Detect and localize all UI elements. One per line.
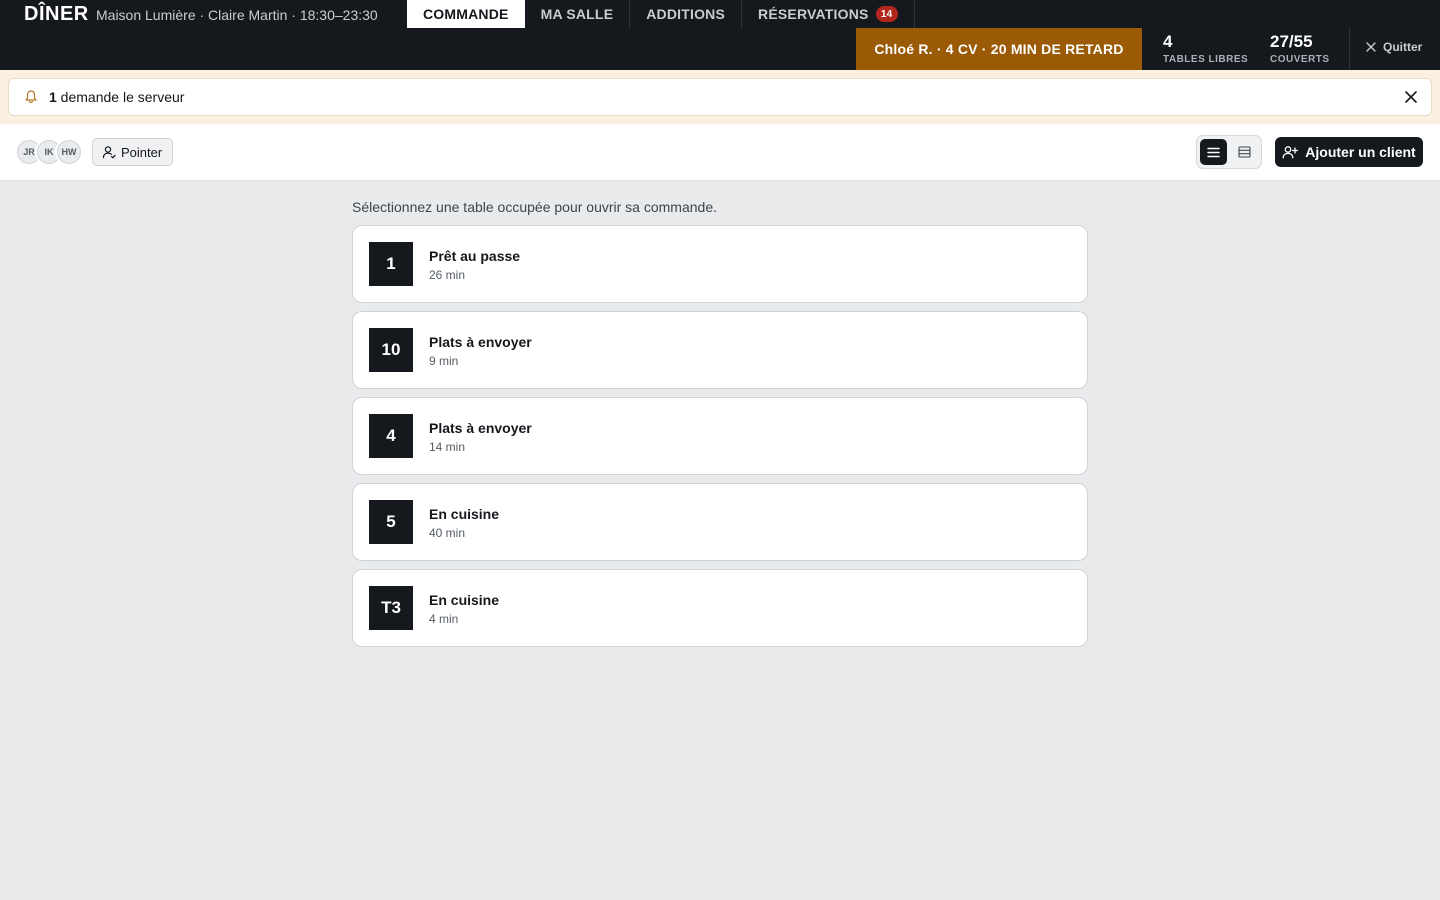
table-number: 10 — [369, 328, 413, 372]
close-icon — [1366, 42, 1376, 52]
bell-icon — [25, 90, 37, 103]
table-number: T3 — [369, 586, 413, 630]
pointer-label: Pointer — [121, 144, 163, 160]
compact-view-button[interactable] — [1231, 139, 1258, 165]
free-tables-value: 4 — [1163, 32, 1173, 51]
quit-button[interactable]: Quitter — [1366, 40, 1422, 54]
order-elapsed-time: 4 min — [429, 612, 459, 626]
tab-label: RÉSERVATIONS — [758, 6, 869, 22]
notification-band: 1 demande le serveur — [0, 70, 1440, 124]
order-elapsed-time: 14 min — [429, 440, 466, 454]
free-tables-stat: 4 TABLES LIBRES — [1163, 32, 1248, 65]
table-number: 4 — [369, 414, 413, 458]
order-elapsed-time: 9 min — [429, 354, 459, 368]
free-tables-label: TABLES LIBRES — [1163, 54, 1249, 65]
order-status: En cuisine — [429, 506, 500, 522]
order-card[interactable]: 10 Plats à envoyer 9 min — [352, 311, 1088, 389]
tab-label: ADDITIONS — [646, 6, 726, 22]
user-icon — [102, 146, 116, 159]
brand-logo: DÎNER — [24, 3, 89, 25]
service-info: Maison Lumière · Claire Martin · 18:30–2… — [96, 7, 378, 23]
order-status: Plats à envoyer — [429, 420, 532, 436]
table-number: 5 — [369, 500, 413, 544]
notice-message: demande le serveur — [56, 89, 185, 105]
top-bar: DÎNER Maison Lumière · Claire Martin · 1… — [0, 0, 1440, 70]
order-status: Prêt au passe — [429, 248, 521, 264]
server-request-notice[interactable]: 1 demande le serveur — [8, 78, 1432, 116]
avatar[interactable]: HW — [57, 140, 81, 164]
covers-stat: 27/55 COUVERTS — [1270, 32, 1330, 65]
order-list: 1 Prêt au passe 26 min 10 Plats à envoye… — [352, 225, 1088, 655]
view-toggle — [1196, 135, 1262, 169]
order-elapsed-time: 26 min — [429, 268, 466, 282]
order-card[interactable]: 5 En cuisine 40 min — [352, 483, 1088, 561]
list-view-button[interactable] — [1200, 139, 1227, 165]
tab-additions[interactable]: ADDITIONS — [630, 0, 743, 28]
tab-ma-salle[interactable]: MA SALLE — [525, 0, 631, 28]
covers-label: COUVERTS — [1270, 54, 1330, 65]
late-reservation-alert[interactable]: Chloé R. · 4 CV · 20 MIN DE RETARD — [856, 28, 1142, 70]
pointer-button[interactable]: Pointer — [92, 138, 174, 166]
tab-label: MA SALLE — [540, 6, 614, 22]
tab-label: COMMANDE — [423, 6, 509, 22]
compact-view-icon — [1238, 146, 1251, 158]
order-card[interactable]: 1 Prêt au passe 26 min — [352, 225, 1088, 303]
order-card[interactable]: T3 En cuisine 4 min — [352, 569, 1088, 647]
notice-text: 1 demande le serveur — [49, 89, 184, 105]
header-divider — [1349, 28, 1350, 70]
order-status: En cuisine — [429, 592, 500, 608]
order-card[interactable]: 4 Plats à envoyer 14 min — [352, 397, 1088, 475]
reservations-count-badge: 14 — [875, 6, 898, 22]
table-number: 1 — [369, 242, 413, 286]
notice-count: 1 — [49, 89, 57, 105]
tab-commande[interactable]: COMMANDE — [407, 0, 525, 28]
instruction-text: Sélectionnez une table occupée pour ouvr… — [352, 199, 717, 215]
main-tabs: COMMANDE MA SALLE ADDITIONS RÉSERVATIONS… — [407, 0, 915, 28]
user-plus-icon — [1282, 146, 1299, 159]
staff-avatars: JR IK HW — [17, 140, 81, 164]
add-client-button[interactable]: Ajouter un client — [1275, 137, 1423, 167]
close-icon[interactable] — [1403, 89, 1419, 105]
list-view-icon — [1207, 147, 1220, 157]
order-elapsed-time: 40 min — [429, 526, 466, 540]
order-status: Plats à envoyer — [429, 334, 532, 350]
quit-label: Quitter — [1383, 40, 1423, 54]
tab-reservations[interactable]: RÉSERVATIONS 14 — [742, 0, 915, 28]
add-client-label: Ajouter un client — [1305, 144, 1416, 160]
covers-value: 27/55 — [1270, 32, 1313, 51]
